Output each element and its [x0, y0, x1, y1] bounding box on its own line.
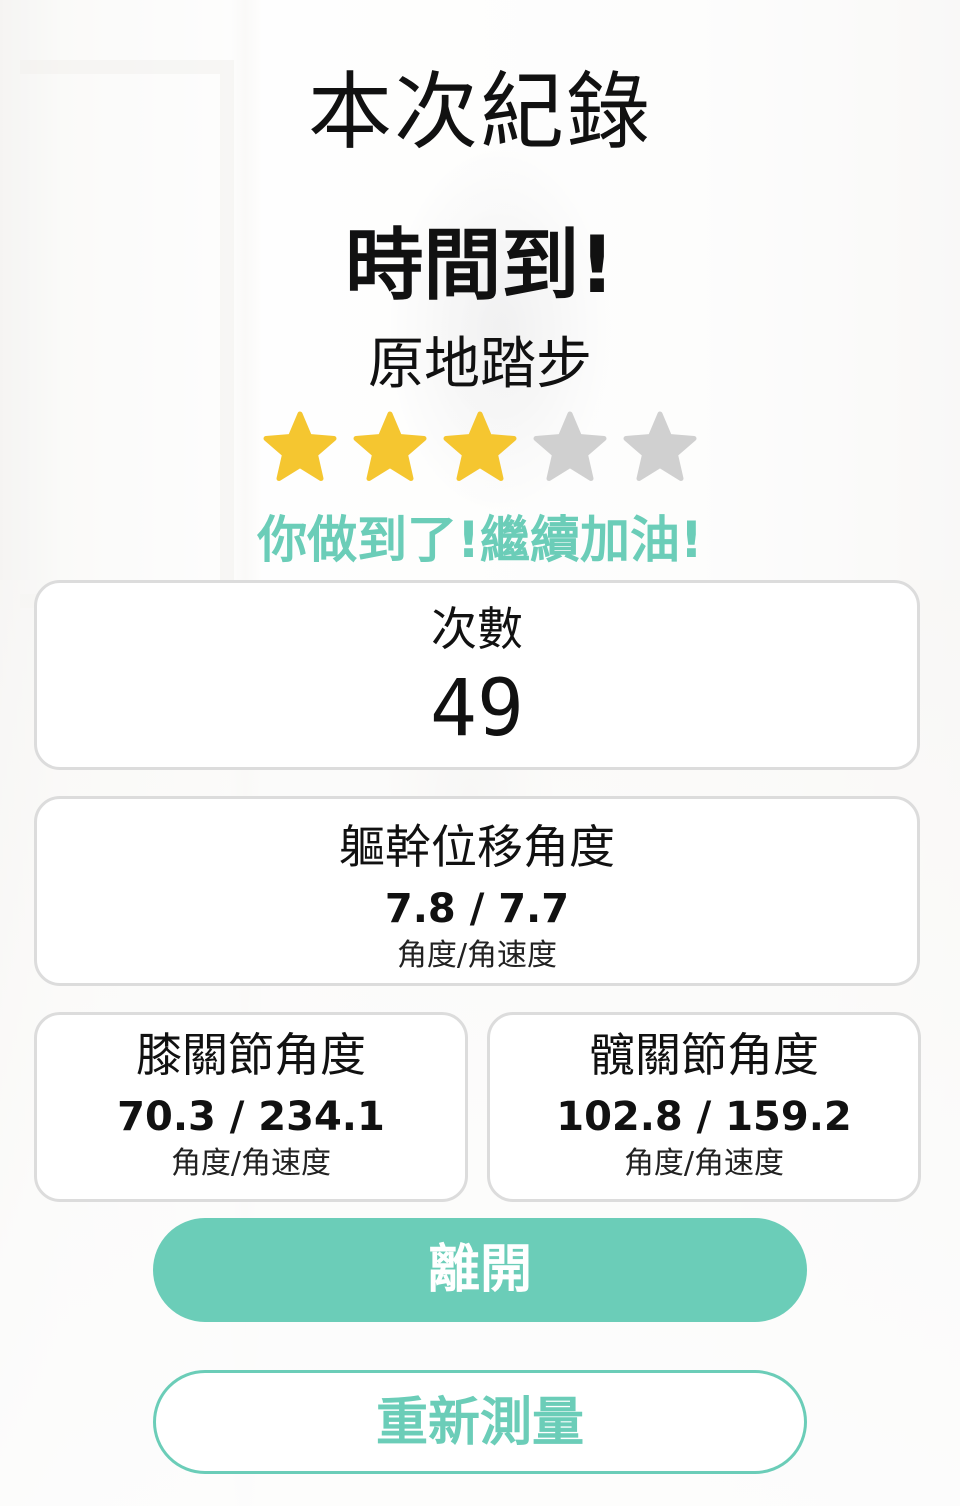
results-screen: 本次紀錄 時間到! 原地踏步 你做到了!繼續加油! 次數 49 軀幹位移角度 7… — [0, 0, 960, 1506]
star-filled-icon — [262, 410, 338, 486]
star-empty-icon — [532, 410, 608, 486]
leave-button[interactable]: 離開 — [153, 1218, 807, 1322]
trunk-label: 軀幹位移角度 — [339, 820, 615, 874]
trunk-value: 7.8 / 7.7 — [384, 886, 570, 932]
page-title: 本次紀錄 — [307, 63, 652, 161]
knee-label: 膝關節角度 — [136, 1028, 366, 1082]
remeasure-button[interactable]: 重新測量 — [153, 1370, 807, 1474]
count-label: 次數 — [431, 602, 523, 656]
hip-unit: 角度/角速度 — [623, 1146, 785, 1181]
hip-value: 102.8 / 159.2 — [556, 1094, 852, 1140]
exercise-name: 原地踏步 — [368, 332, 592, 397]
knee-angle-card: 膝關節角度 70.3 / 234.1 角度/角速度 — [34, 1012, 468, 1202]
count-card: 次數 49 — [34, 580, 920, 770]
star-rating — [0, 410, 960, 486]
star-filled-icon — [352, 410, 428, 486]
time-up-heading: 時間到! — [345, 221, 615, 311]
trunk-unit: 角度/角速度 — [396, 938, 558, 973]
encouragement-message: 你做到了!繼續加油! — [257, 511, 703, 569]
knee-value: 70.3 / 234.1 — [117, 1094, 385, 1140]
count-value: 49 — [430, 664, 524, 754]
knee-unit: 角度/角速度 — [170, 1146, 332, 1181]
trunk-displacement-card: 軀幹位移角度 7.8 / 7.7 角度/角速度 — [34, 796, 920, 986]
hip-label: 髖關節角度 — [589, 1028, 819, 1082]
star-empty-icon — [622, 410, 698, 486]
star-filled-icon — [442, 410, 518, 486]
hip-angle-card: 髖關節角度 102.8 / 159.2 角度/角速度 — [487, 1012, 921, 1202]
